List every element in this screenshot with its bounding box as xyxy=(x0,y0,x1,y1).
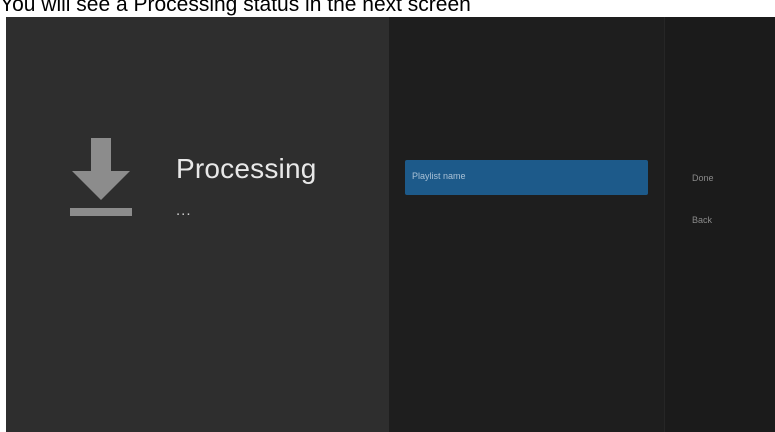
page: You will see a Processing status in the … xyxy=(0,0,775,432)
back-button[interactable]: Back xyxy=(692,215,712,225)
form-panel: Playlist name xyxy=(389,17,664,432)
status-title: Processing xyxy=(176,153,317,184)
actions-panel: Done Back xyxy=(664,17,775,432)
status-panel: Processing ... xyxy=(6,17,389,432)
tv-screen: Processing ... Playlist name Done Back xyxy=(6,17,775,432)
status-ellipsis: ... xyxy=(176,202,192,219)
download-icon xyxy=(70,138,132,216)
caption-text: You will see a Processing status in the … xyxy=(0,0,471,16)
playlist-name-field[interactable]: Playlist name xyxy=(405,160,648,195)
playlist-name-label: Playlist name xyxy=(412,171,466,181)
done-button[interactable]: Done xyxy=(692,173,714,183)
